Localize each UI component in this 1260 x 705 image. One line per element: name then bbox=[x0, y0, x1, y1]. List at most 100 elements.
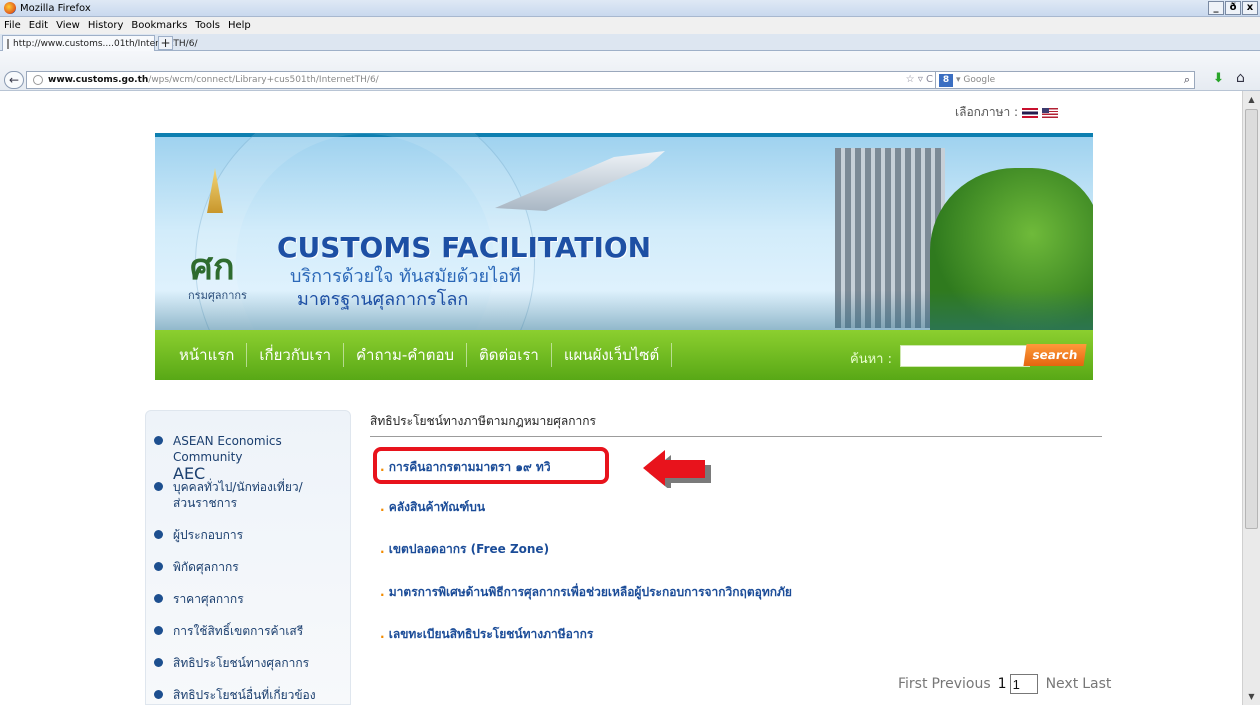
section-title: สิทธิประโยชน์ทางภาษีตามกฎหมายศุลกากร bbox=[370, 414, 596, 428]
link-bullet-icon: . bbox=[380, 585, 385, 599]
section-divider bbox=[370, 436, 1102, 437]
menu-bookmarks[interactable]: Bookmarks bbox=[131, 20, 187, 31]
pager-last[interactable]: Last bbox=[1082, 676, 1111, 692]
window-titlebar: Mozilla Firefox _ ð x bbox=[0, 0, 1260, 17]
sidebar-item-label: สิทธิประโยชน์อื่นที่เกี่ยวข้อง bbox=[173, 688, 316, 702]
scroll-up-arrow-icon[interactable]: ▲ bbox=[1243, 91, 1260, 108]
firefox-logo-icon bbox=[4, 2, 16, 14]
sidebar-item-public[interactable]: บุคคลทั่วไป/นักท่องเที่ยว/ส่วนราชการ bbox=[146, 479, 352, 511]
city-skyline-graphic bbox=[155, 290, 1093, 330]
sidebar-item-label: ราคาศุลกากร bbox=[173, 592, 244, 606]
sidebar-bullet-icon bbox=[154, 626, 163, 635]
close-button[interactable]: x bbox=[1242, 1, 1258, 15]
content-link-label: เลขทะเบียนสิทธิประโยชน์ทางภาษีอากร bbox=[388, 627, 594, 641]
sidebar-bullet-icon bbox=[154, 530, 163, 539]
nav-about[interactable]: เกี่ยวกับเรา bbox=[247, 343, 345, 367]
sidebar-item-label: พิกัดศุลกากร bbox=[173, 560, 239, 574]
customs-emblem-logo[interactable]: ศก กรมศุลกากร bbox=[180, 168, 250, 308]
menu-view[interactable]: View bbox=[56, 20, 80, 31]
sidebar-bullet-icon bbox=[154, 690, 163, 699]
emblem-spire-icon bbox=[207, 168, 223, 213]
banner-subtitle-2: มาตรฐานศุลกากรโลก bbox=[297, 289, 469, 310]
sidebar-menu: ASEAN Economics Community AEC บุคคลทั่วไป… bbox=[145, 410, 351, 705]
pager-next[interactable]: Next bbox=[1046, 676, 1079, 692]
pager-current: 1 bbox=[997, 676, 1007, 692]
content-link-label: คลังสินค้าทัณฑ์บน bbox=[388, 500, 486, 514]
banner-title: CUSTOMS FACILITATION bbox=[277, 231, 652, 264]
sidebar-item-label: สิทธิประโยชน์ทางศุลกากร bbox=[173, 656, 310, 670]
menu-edit[interactable]: Edit bbox=[29, 20, 48, 31]
vertical-scrollbar[interactable]: ▲ ▼ bbox=[1242, 91, 1260, 705]
sidebar-item-other-privileges[interactable]: สิทธิประโยชน์อื่นที่เกี่ยวข้อง bbox=[146, 687, 352, 703]
magnifier-icon[interactable]: ⌕ bbox=[1184, 73, 1190, 87]
sidebar-item-label: บุคคลทั่วไป/นักท่องเที่ยว/ bbox=[173, 480, 303, 494]
nav-faq[interactable]: คำถาม-คำตอบ bbox=[344, 343, 468, 367]
emblem-caption: กรมศุลกากร bbox=[188, 289, 247, 302]
red-pointer-arrow-icon bbox=[643, 450, 711, 488]
nav-sitemap[interactable]: แผนผังเว็บไซต์ bbox=[552, 343, 673, 367]
pager-first[interactable]: First bbox=[898, 676, 927, 692]
back-arrow-icon[interactable]: ← bbox=[4, 71, 24, 89]
restore-button[interactable]: ð bbox=[1225, 1, 1241, 15]
link-bullet-icon: . bbox=[380, 500, 385, 514]
url-path: /wps/wcm/connect/Library+cus501th/Intern… bbox=[148, 75, 379, 85]
sidebar-item-label: ผู้ประกอบการ bbox=[173, 528, 244, 542]
site-search-label: ค้นหา : bbox=[850, 352, 892, 367]
content-link[interactable]: . เลขทะเบียนสิทธิประโยชน์ทางภาษีอากร bbox=[380, 625, 593, 644]
sidebar-item-label: ASEAN Economics Community bbox=[173, 434, 282, 464]
sidebar-bullet-icon bbox=[154, 482, 163, 491]
menu-history[interactable]: History bbox=[88, 20, 124, 31]
navigation-toolbar: ← www.customs.go.th /wps/wcm/connect/Lib… bbox=[0, 51, 1260, 91]
sidebar-item-customs-privileges[interactable]: สิทธิประโยชน์ทางศุลกากร bbox=[146, 655, 352, 671]
nav-contact[interactable]: ติดต่อเรา bbox=[467, 343, 552, 367]
pager-page-input[interactable] bbox=[1009, 674, 1038, 694]
menu-bar: File Edit View History Bookmarks Tools H… bbox=[0, 17, 1260, 34]
english-flag-icon[interactable] bbox=[1042, 107, 1059, 118]
minimize-button[interactable]: _ bbox=[1208, 1, 1224, 15]
url-domain: www.customs.go.th bbox=[48, 75, 149, 85]
link-bullet-icon: . bbox=[380, 542, 385, 556]
sidebar-bullet-icon bbox=[154, 436, 163, 445]
sidebar-item-fta[interactable]: การใช้สิทธิ์เขตการค้าเสรี bbox=[146, 623, 352, 639]
language-label: เลือกภาษา : bbox=[955, 105, 1019, 119]
pager-previous[interactable]: Previous bbox=[931, 676, 990, 692]
content-link[interactable]: . คลังสินค้าทัณฑ์บน bbox=[380, 498, 485, 517]
language-selector: เลือกภาษา : bbox=[955, 103, 1059, 122]
search-engine-icon[interactable]: 8 bbox=[939, 73, 953, 87]
sidebar-item-entrepreneurs[interactable]: ผู้ประกอบการ bbox=[146, 527, 352, 543]
download-arrow-icon[interactable]: ⬇ bbox=[1213, 71, 1224, 86]
content-link[interactable]: . เขตปลอดอากร (Free Zone) bbox=[380, 540, 549, 559]
search-engine-label: ▾ Google bbox=[956, 75, 996, 85]
link-bullet-icon: . bbox=[380, 627, 385, 641]
content-link-label: มาตรการพิเศษด้านพิธีการศุลกากรเพื่อช่วยเ… bbox=[388, 585, 792, 599]
browser-search-bar[interactable]: 8 ▾ Google ⌕ bbox=[935, 71, 1195, 89]
airplane-graphic bbox=[495, 151, 665, 211]
url-bar[interactable]: www.customs.go.th /wps/wcm/connect/Libra… bbox=[26, 71, 940, 89]
menu-file[interactable]: File bbox=[4, 20, 21, 31]
bookmark-reload-controls[interactable]: ☆ ▿ C bbox=[906, 74, 933, 85]
site-identity-icon[interactable] bbox=[33, 75, 43, 85]
nav-home[interactable]: หน้าแรก bbox=[155, 343, 248, 367]
thai-flag-icon[interactable] bbox=[1022, 107, 1039, 118]
new-tab-button[interactable]: + bbox=[158, 36, 173, 50]
sidebar-bullet-icon bbox=[154, 658, 163, 667]
sidebar-item-tariff[interactable]: พิกัดศุลกากร bbox=[146, 559, 352, 575]
site-search-button[interactable]: search bbox=[1023, 344, 1087, 366]
pagination: First Previous 1 Next Last bbox=[898, 674, 1115, 694]
scroll-down-arrow-icon[interactable]: ▼ bbox=[1243, 688, 1260, 705]
menu-tools[interactable]: Tools bbox=[195, 20, 220, 31]
browser-tab-active[interactable]: http://www.customs....01th/InternetTH/6/ bbox=[2, 35, 197, 51]
home-icon[interactable]: ⌂ bbox=[1236, 70, 1245, 86]
highlight-annotation-box bbox=[373, 447, 609, 484]
content-link[interactable]: . มาตรการพิเศษด้านพิธีการศุลกากรเพื่อช่ว… bbox=[380, 583, 792, 602]
main-navigation: หน้าแรก เกี่ยวกับเรา คำถาม-คำตอบ ติดต่อเ… bbox=[155, 330, 1093, 380]
sidebar-item-aec[interactable]: ASEAN Economics Community AEC bbox=[146, 433, 352, 483]
sidebar-bullet-icon bbox=[154, 594, 163, 603]
sidebar-item-valuation[interactable]: ราคาศุลกากร bbox=[146, 591, 352, 607]
content-link-label: เขตปลอดอากร (Free Zone) bbox=[388, 542, 550, 556]
site-search-input[interactable] bbox=[900, 345, 1030, 367]
scroll-thumb[interactable] bbox=[1245, 109, 1258, 529]
menu-help[interactable]: Help bbox=[228, 20, 251, 31]
sidebar-item-sublabel: ส่วนราชการ bbox=[173, 496, 238, 510]
sidebar-bullet-icon bbox=[154, 562, 163, 571]
